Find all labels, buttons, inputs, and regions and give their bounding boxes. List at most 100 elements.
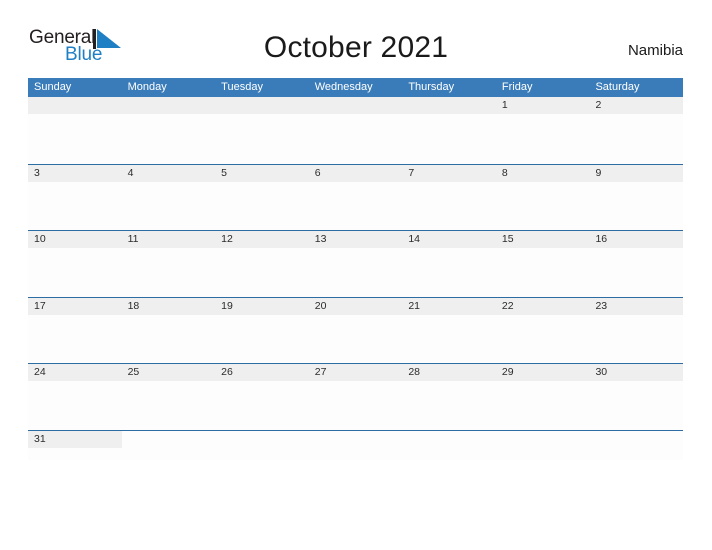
day-note-area[interactable]	[308, 314, 403, 363]
day-note-area[interactable]	[589, 314, 684, 363]
day-note-area[interactable]	[28, 248, 122, 297]
calendar-day-cell-16[interactable]: 16	[589, 231, 684, 297]
day-note-area[interactable]	[495, 314, 590, 363]
calendar-day-cell-19[interactable]: 19	[215, 297, 309, 363]
calendar-week-row: 12	[28, 97, 684, 164]
day-note-area[interactable]	[308, 181, 403, 230]
day-number: 14	[402, 231, 496, 248]
day-note-area[interactable]	[402, 181, 496, 230]
calendar-day-cell-26[interactable]: 26	[215, 364, 309, 430]
day-note-area[interactable]	[121, 248, 216, 297]
day-note-area[interactable]	[121, 314, 216, 363]
calendar-day-cell-12[interactable]: 12	[215, 231, 309, 297]
calendar-grid: Sunday Monday Tuesday Wednesday Thursday Frid…	[28, 78, 684, 460]
calendar-day-cell-18[interactable]: 18	[121, 297, 216, 363]
day-note-area[interactable]	[402, 114, 496, 164]
weekday-header-friday: Friday	[501, 81, 533, 93]
calendar-day-cell-15[interactable]: 15	[495, 231, 590, 297]
day-note-area[interactable]	[589, 114, 684, 164]
day-note-area[interactable]	[402, 447, 496, 460]
day-note-area[interactable]	[121, 381, 216, 430]
day-note-area[interactable]	[28, 381, 122, 430]
day-note-area[interactable]	[495, 181, 590, 230]
day-note-area[interactable]	[402, 381, 496, 430]
day-number	[215, 97, 309, 114]
calendar-day-cell-29[interactable]: 29	[495, 364, 590, 430]
day-note-area[interactable]	[28, 314, 122, 363]
day-number	[308, 430, 403, 448]
day-note-area[interactable]	[308, 381, 403, 430]
day-note-area[interactable]	[402, 314, 496, 363]
day-number: 22	[495, 297, 590, 315]
day-note-area[interactable]	[215, 447, 309, 460]
day-note-area[interactable]	[495, 248, 590, 297]
calendar-day-cell-25[interactable]: 25	[121, 364, 216, 430]
day-note-area[interactable]	[402, 248, 496, 297]
calendar-day-cell-20[interactable]: 20	[308, 297, 403, 363]
calendar-week-row: 31	[28, 429, 684, 460]
calendar-page: General Blue October 2021 Namibia Sunday…	[0, 0, 712, 550]
day-note-area[interactable]	[495, 447, 590, 460]
day-note-area[interactable]	[589, 248, 684, 297]
day-number: 23	[589, 297, 684, 315]
calendar-day-cell-2[interactable]: 2	[589, 97, 684, 164]
day-note-area[interactable]	[308, 248, 403, 297]
day-note-area[interactable]	[215, 314, 309, 363]
calendar-day-cell-28[interactable]: 28	[402, 364, 496, 430]
calendar-day-cell-13[interactable]: 13	[308, 231, 403, 297]
day-number: 12	[215, 231, 309, 248]
calendar-day-cell-30[interactable]: 30	[589, 364, 684, 430]
day-note-area[interactable]	[121, 114, 216, 164]
weekday-header-row: Sunday Monday Tuesday Wednesday Thursday Frid…	[28, 78, 683, 97]
day-note-area[interactable]	[215, 181, 309, 230]
day-number	[121, 97, 216, 114]
calendar-day-cell-9[interactable]: 9	[589, 164, 684, 230]
day-note-area[interactable]	[589, 181, 684, 230]
day-note-area[interactable]	[215, 114, 309, 164]
day-note-area[interactable]	[215, 381, 309, 430]
day-note-area[interactable]	[495, 381, 590, 430]
day-number	[495, 430, 590, 448]
day-note-area[interactable]	[495, 114, 590, 164]
weekday-header-tuesday: Tuesday	[221, 81, 263, 93]
calendar-day-cell-6[interactable]: 6	[308, 164, 403, 230]
day-note-area[interactable]	[121, 181, 216, 230]
day-note-area[interactable]	[589, 447, 684, 460]
day-note-area[interactable]	[121, 447, 216, 460]
calendar-day-cell-17[interactable]: 17	[28, 297, 122, 363]
calendar-day-cell-10[interactable]: 10	[28, 231, 122, 297]
calendar-day-cell-27[interactable]: 27	[308, 364, 403, 430]
day-note-area[interactable]	[28, 114, 122, 164]
day-note-area[interactable]	[28, 447, 122, 460]
weekday-header-monday: Monday	[127, 81, 167, 93]
calendar-day-cell-empty-sunday	[28, 97, 122, 164]
calendar-day-cell-11[interactable]: 11	[121, 231, 216, 297]
day-note-area[interactable]	[308, 114, 403, 164]
calendar-day-cell-23[interactable]: 23	[589, 297, 684, 363]
calendar-day-cell-21[interactable]: 21	[402, 297, 496, 363]
day-note-area[interactable]	[308, 447, 403, 460]
day-note-area[interactable]	[28, 181, 122, 230]
calendar-day-cell-1[interactable]: 1	[495, 97, 590, 164]
weekday-header-saturday: Saturday	[595, 81, 640, 93]
calendar-day-cell-22[interactable]: 22	[495, 297, 590, 363]
day-number	[402, 430, 496, 448]
day-number	[121, 430, 216, 448]
calendar-day-cell-14[interactable]: 14	[402, 231, 496, 297]
calendar-day-cell-4[interactable]: 4	[121, 164, 216, 230]
day-note-area[interactable]	[589, 381, 684, 430]
calendar-day-cell-5[interactable]: 5	[215, 164, 309, 230]
day-number	[215, 430, 309, 448]
calendar-day-cell-7[interactable]: 7	[402, 164, 496, 230]
calendar-day-cell-8[interactable]: 8	[495, 164, 590, 230]
day-number: 29	[495, 364, 590, 381]
day-number	[28, 97, 122, 114]
day-number: 7	[402, 164, 496, 182]
calendar-day-cell-3[interactable]: 3	[28, 164, 122, 230]
day-note-area[interactable]	[215, 248, 309, 297]
calendar-day-cell-empty-thursday	[402, 430, 496, 460]
calendar-day-cell-31[interactable]: 31	[28, 430, 122, 460]
calendar-day-cell-empty-wednesday	[308, 97, 403, 164]
calendar-day-cell-24[interactable]: 24	[28, 364, 122, 430]
day-number: 8	[495, 164, 590, 182]
